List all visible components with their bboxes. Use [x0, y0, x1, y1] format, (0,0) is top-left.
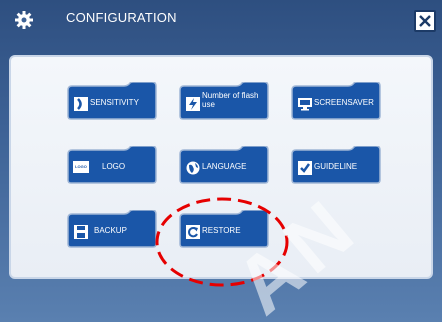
configuration-window: CONFIGURATION SENSITIVITY Number of flas…	[0, 0, 442, 322]
globe-icon	[186, 161, 200, 175]
close-icon	[419, 15, 431, 27]
logo-icon: LOGO	[73, 161, 89, 173]
floppy-disk-icon	[74, 225, 88, 239]
screensaver-label: SCREENSAVER	[314, 98, 374, 107]
sensitivity-icon	[74, 97, 88, 111]
sensitivity-label: SENSITIVITY	[90, 98, 139, 107]
guideline-button[interactable]: GUIDELINE	[290, 146, 382, 184]
logo-label: LOGO	[102, 162, 126, 171]
flash-use-button[interactable]: Number of flash use	[178, 82, 270, 120]
language-button[interactable]: LANGUAGE	[178, 146, 270, 184]
restore-label: RESTORE	[202, 226, 241, 235]
flash-icon	[186, 97, 200, 111]
flash-use-label: Number of flash use	[202, 91, 259, 109]
restore-icon	[186, 225, 200, 239]
screensaver-button[interactable]: SCREENSAVER	[290, 82, 382, 120]
gear-icon[interactable]	[14, 10, 34, 30]
window-title: CONFIGURATION	[66, 10, 177, 25]
checkbox-icon	[298, 161, 312, 175]
language-label: LANGUAGE	[202, 162, 247, 171]
backup-label: BACKUP	[94, 226, 127, 235]
backup-button[interactable]: BACKUP	[66, 210, 158, 248]
guideline-label: GUIDELINE	[314, 162, 358, 171]
close-button[interactable]	[414, 10, 436, 32]
restore-button[interactable]: RESTORE	[178, 210, 270, 248]
sensitivity-button[interactable]: SENSITIVITY	[66, 82, 158, 120]
monitor-icon	[298, 98, 312, 111]
title-bar: CONFIGURATION	[0, 0, 442, 42]
logo-button[interactable]: LOGO LOGO	[66, 146, 158, 184]
